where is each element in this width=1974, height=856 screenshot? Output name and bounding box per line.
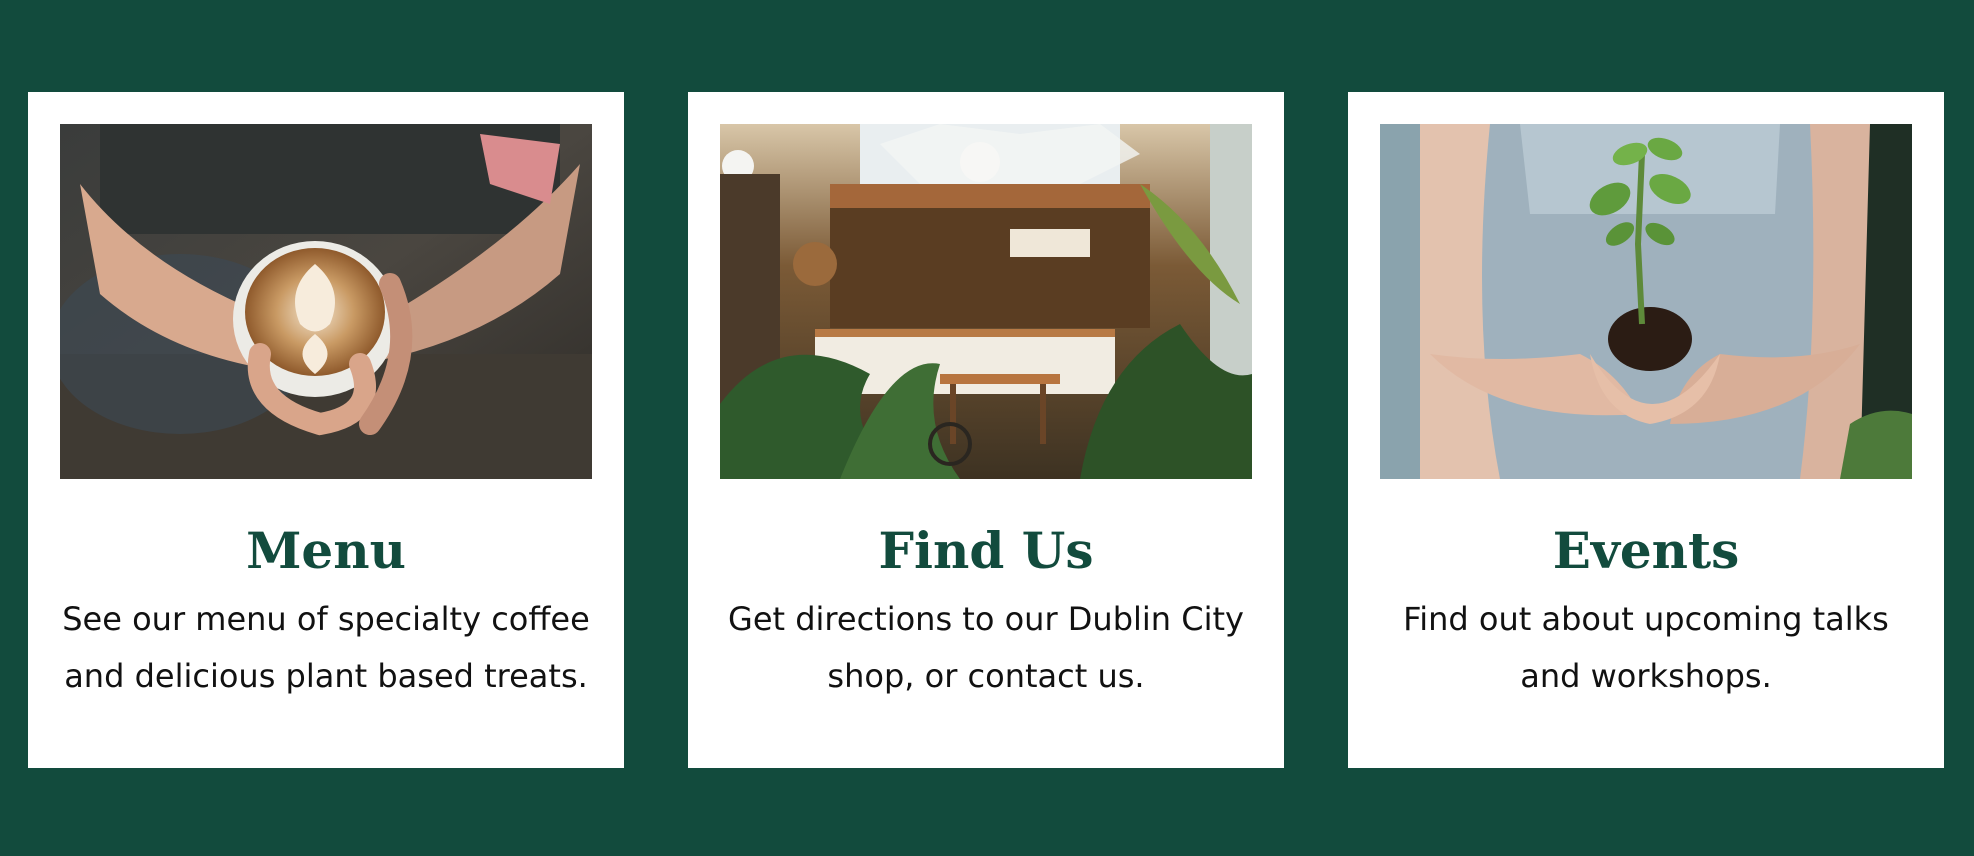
card-description: See our menu of specialty coffee and del… (62, 600, 590, 695)
card-title[interactable]: Find Us (720, 519, 1252, 583)
card-description: Find out about upcoming talks and worksh… (1403, 600, 1889, 695)
feature-cards: Menu See our menu of specialty coffee an… (28, 92, 1944, 768)
latte-art-photo (60, 124, 592, 479)
find-us-card[interactable]: Find Us Get directions to our Dublin Cit… (688, 92, 1284, 768)
card-description: Get directions to our Dublin City shop, … (728, 600, 1244, 695)
card-title[interactable]: Menu (60, 519, 592, 583)
card-title[interactable]: Events (1380, 519, 1912, 583)
seedling-in-hands-photo (1380, 124, 1912, 479)
events-card[interactable]: Events Find out about upcoming talks and… (1348, 92, 1944, 768)
menu-card[interactable]: Menu See our menu of specialty coffee an… (28, 92, 624, 768)
cafe-interior-photo (720, 124, 1252, 479)
